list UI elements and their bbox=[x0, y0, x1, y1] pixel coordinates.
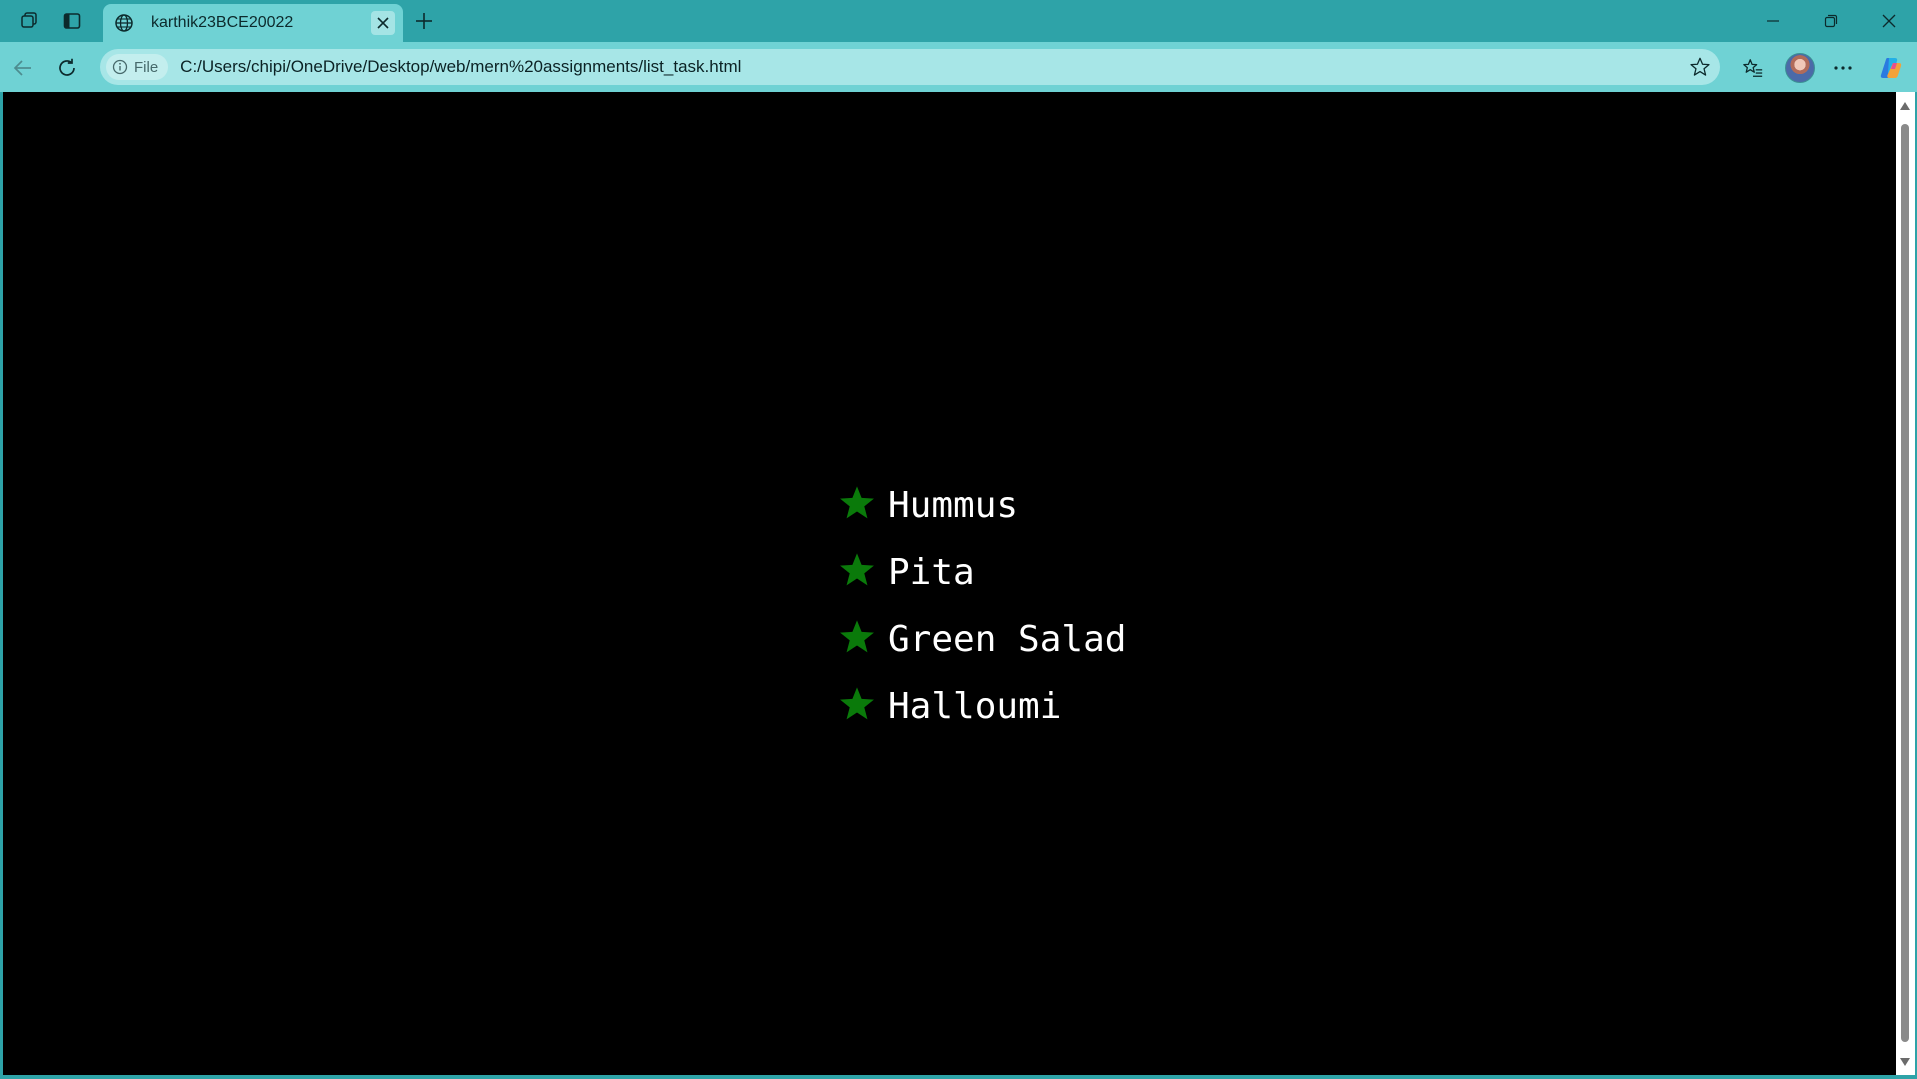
restore-icon bbox=[1824, 14, 1838, 28]
more-icon bbox=[1834, 66, 1852, 70]
back-arrow-icon bbox=[13, 60, 31, 76]
close-icon bbox=[377, 17, 389, 29]
tab-title: karthik23BCE20022 bbox=[151, 14, 294, 31]
page-viewport: Hummus Pita Green Salad Halloumi bbox=[3, 92, 1896, 1075]
avatar[interactable] bbox=[1785, 53, 1815, 83]
star-icon bbox=[840, 485, 874, 518]
active-tab[interactable]: karthik23BCE20022 bbox=[103, 4, 403, 42]
workspaces-icon bbox=[21, 12, 37, 28]
more-button[interactable] bbox=[1826, 51, 1860, 85]
food-list: Hummus Pita Green Salad Halloumi bbox=[838, 472, 1126, 740]
list-item-label: Halloumi bbox=[888, 686, 1062, 727]
list-item: Pita bbox=[838, 539, 1126, 606]
list-item-label: Pita bbox=[888, 552, 975, 593]
reload-button[interactable] bbox=[50, 51, 84, 85]
tab-strip: karthik23BCE20022 bbox=[0, 0, 1917, 42]
list-item-label: Green Salad bbox=[888, 619, 1127, 660]
tab-actions-icon bbox=[63, 13, 81, 29]
vertical-scrollbar[interactable] bbox=[1896, 92, 1915, 1075]
scroll-down-arrow[interactable] bbox=[1900, 1058, 1910, 1066]
back-button[interactable] bbox=[6, 51, 40, 85]
site-info-label: File bbox=[134, 58, 159, 76]
list-item-label: Hummus bbox=[888, 485, 1019, 526]
minimize-icon bbox=[1767, 20, 1779, 22]
favorite-button[interactable] bbox=[1686, 53, 1714, 81]
close-icon bbox=[1882, 14, 1896, 28]
browser-window: karthik23BCE20022 File C:/Users/chipi/On… bbox=[0, 0, 1917, 1079]
tab-actions-button[interactable] bbox=[55, 6, 89, 36]
star-icon bbox=[840, 619, 874, 652]
scroll-thumb[interactable] bbox=[1901, 124, 1909, 1042]
globe-icon bbox=[111, 10, 137, 36]
list-item: Green Salad bbox=[838, 606, 1126, 673]
address-bar[interactable]: File C:/Users/chipi/OneDrive/Desktop/web… bbox=[100, 49, 1720, 85]
plus-icon bbox=[416, 13, 432, 29]
star-icon bbox=[840, 686, 874, 719]
favorites-icon bbox=[1743, 59, 1763, 77]
close-tab-button[interactable] bbox=[371, 11, 395, 35]
minimize-button[interactable] bbox=[1744, 0, 1802, 42]
copilot-icon bbox=[1880, 58, 1902, 78]
workspaces-button[interactable] bbox=[12, 6, 46, 36]
star-outline-icon bbox=[1690, 57, 1710, 76]
list-item: Halloumi bbox=[838, 673, 1126, 740]
scroll-up-arrow[interactable] bbox=[1900, 102, 1910, 110]
favorites-button[interactable] bbox=[1736, 51, 1770, 85]
list-item: Hummus bbox=[838, 472, 1126, 539]
copilot-button[interactable] bbox=[1874, 51, 1908, 85]
new-tab-button[interactable] bbox=[408, 6, 440, 36]
url-text[interactable]: C:/Users/chipi/OneDrive/Desktop/web/mern… bbox=[180, 57, 741, 77]
restore-button[interactable] bbox=[1802, 0, 1860, 42]
info-icon bbox=[112, 59, 128, 75]
star-icon bbox=[840, 552, 874, 585]
reload-icon bbox=[59, 58, 75, 76]
close-window-button[interactable] bbox=[1860, 0, 1917, 42]
toolbar: File C:/Users/chipi/OneDrive/Desktop/web… bbox=[0, 42, 1917, 92]
site-info-button[interactable]: File bbox=[106, 54, 169, 80]
